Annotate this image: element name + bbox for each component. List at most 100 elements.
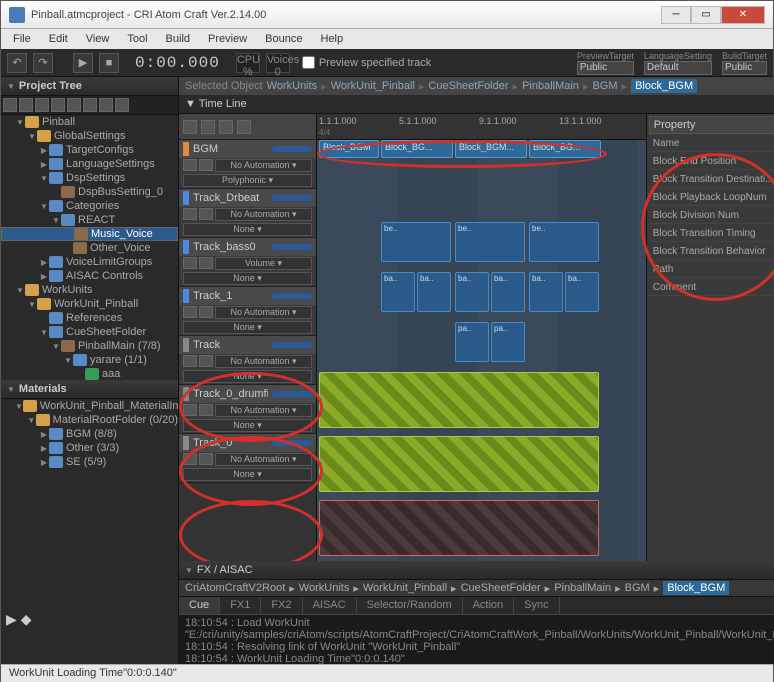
audio-clip[interactable]: ba.. [417,272,451,312]
redo-button[interactable]: ↷ [33,53,53,73]
menu-help[interactable]: Help [312,31,351,47]
stop-icon[interactable]: ◆ [21,611,32,628]
menu-tool[interactable]: Tool [119,31,155,47]
tab-cue[interactable]: Cue [179,597,220,614]
tree-node[interactable]: ▶LanguageSettings [1,157,178,171]
preview-target-select[interactable]: Public [577,61,634,75]
tree-node[interactable]: ▼MaterialRootFolder (0/20) [1,413,178,427]
extra-select[interactable]: None ▾ [183,223,312,236]
tree-icon-4[interactable] [51,98,65,112]
menu-view[interactable]: View [78,31,118,47]
play-button[interactable]: ▶ [73,53,93,73]
extra-select[interactable]: None ▾ [183,272,312,285]
audio-clip[interactable]: ba.. [455,272,489,312]
tab-action[interactable]: Action [463,597,515,614]
automation-select[interactable]: No Automation ▾ [215,355,312,368]
tree-node[interactable]: Other_Voice [1,241,178,255]
solo-button[interactable] [199,159,213,171]
tree-node[interactable]: ▶TargetConfigs [1,143,178,157]
menu-bounce[interactable]: Bounce [257,31,310,47]
tree-node[interactable]: References [1,311,178,325]
tree-node[interactable]: ▼Pinball [1,115,178,129]
arrange-area[interactable]: 1.1.1.000 4/4 5.1.1.000 9.1.1.000 13.1.1… [317,114,646,561]
extra-select[interactable]: Polyphonic ▾ [183,174,312,187]
timeline-ruler[interactable]: 1.1.1.000 4/4 5.1.1.000 9.1.1.000 13.1.1… [317,114,646,140]
tree-icon-2[interactable] [19,98,33,112]
solo-button[interactable] [199,257,213,269]
breadcrumb-item[interactable]: BGM [592,80,617,92]
track-slider[interactable] [272,146,312,152]
track[interactable]: Track_0_drumfill No Automation ▾ None ▾ [179,385,316,434]
tree-node[interactable]: ▶VoiceLimitGroups [1,255,178,269]
mute-button[interactable] [183,306,197,318]
extra-select[interactable]: None ▾ [183,468,312,481]
menu-edit[interactable]: Edit [41,31,76,47]
mute-button[interactable] [183,257,197,269]
materials-header[interactable]: Materials [1,380,178,399]
tree-node[interactable]: ▼REACT [1,213,178,227]
pattern-clip[interactable] [319,500,599,556]
mute-button[interactable] [183,404,197,416]
add-track-icon[interactable] [183,120,197,134]
track[interactable]: BGM No Automation ▾ Polyphonic ▾ [179,140,316,189]
tree-node-selected[interactable]: Music_Voice [1,227,178,241]
pattern-clip[interactable] [319,436,599,492]
maximize-button[interactable]: ▭ [691,6,721,24]
track-slider[interactable] [272,195,312,201]
breadcrumb-item[interactable]: WorkUnits [299,582,350,594]
pattern-clip[interactable] [319,372,599,428]
breadcrumb-item[interactable]: CriAtomCraftV2Root [185,582,285,594]
build-target-select[interactable]: Public [722,61,767,75]
solo-button[interactable] [199,355,213,367]
tab-selector[interactable]: Selector/Random [357,597,463,614]
audio-clip[interactable]: pa.. [491,322,525,362]
breadcrumb-item[interactable]: CueSheetFolder [428,80,508,92]
automation-select[interactable]: No Automation ▾ [215,306,312,319]
tree-node[interactable]: ▼WorkUnit_Pinball_MaterialInfo [1,399,178,413]
tree-node[interactable]: ▶BGM (8/8) [1,427,178,441]
automation-select[interactable]: No Automation ▾ [215,159,312,172]
language-setting-select[interactable]: Default [644,61,712,75]
track-slider[interactable] [272,342,312,348]
tree-node[interactable]: aaa [1,367,178,380]
solo-button[interactable] [199,208,213,220]
project-tree[interactable]: ▼Pinball ▼GlobalSettings ▶TargetConfigs … [1,115,178,380]
fx-header[interactable]: FX / AISAC [179,561,774,580]
menu-file[interactable]: File [5,31,39,47]
tree-node[interactable]: ▼GlobalSettings [1,129,178,143]
audio-clip[interactable]: ba.. [381,272,415,312]
mute-button[interactable] [183,159,197,171]
track-view-icon[interactable] [219,120,233,134]
tree-icon-7[interactable] [99,98,113,112]
undo-button[interactable]: ↶ [7,53,27,73]
menu-preview[interactable]: Preview [200,31,255,47]
tree-node[interactable]: ▶Other (3/3) [1,441,178,455]
breadcrumb-item[interactable]: Block_BGM [663,581,729,595]
audio-clip[interactable]: be.. [529,222,599,262]
mute-button[interactable] [183,355,197,367]
breadcrumb-item[interactable]: PinballMain [554,582,611,594]
stop-button[interactable]: ■ [99,53,119,73]
tree-node[interactable]: ▶SE (5/9) [1,455,178,469]
minimize-button[interactable]: ─ [661,6,691,24]
track-tool-icon[interactable] [201,120,215,134]
tree-node[interactable]: ▼PinballMain (7/8) [1,339,178,353]
block[interactable]: Block_BGM [319,140,379,158]
track-slider[interactable] [272,440,312,446]
play-icon[interactable]: ▶ [6,611,17,628]
log-panel[interactable]: 18:10:54 : Load WorkUnit "E:/cri/unity/s… [179,614,774,664]
tree-node[interactable]: ▶AISAC Controls [1,269,178,283]
breadcrumb-item[interactable]: Block_BGM [631,79,697,93]
tab-fx2[interactable]: FX2 [261,597,302,614]
track-list-icon[interactable] [237,120,251,134]
block[interactable]: Block_BGM... [455,140,527,158]
mute-button[interactable] [183,453,197,465]
breadcrumb-item[interactable]: WorkUnits [267,80,318,92]
track[interactable]: Track_1 No Automation ▾ None ▾ [179,287,316,336]
block[interactable]: Block_BG... [381,140,453,158]
solo-button[interactable] [199,453,213,465]
audio-clip[interactable]: pa.. [455,322,489,362]
project-tree-header[interactable]: Project Tree [1,77,178,96]
block[interactable]: Block_BG... [529,140,601,158]
automation-select[interactable]: No Automation ▾ [215,208,312,221]
